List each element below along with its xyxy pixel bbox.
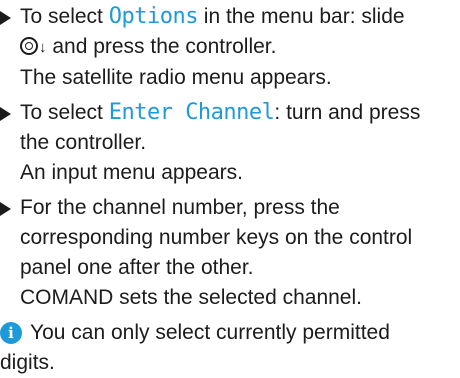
step-marker-icon: [0, 202, 11, 216]
instruction-content: To select Options in the menu bar: slide…: [0, 2, 460, 378]
slide-down-arrow-icon: ↓: [39, 39, 47, 56]
step-line: the controller.: [20, 131, 147, 154]
step-line: To select Options in the menu bar: slide: [20, 2, 460, 32]
step-result: The satellite radio menu appears.: [20, 66, 332, 89]
step-text: and press the controller.: [46, 35, 277, 58]
step-result: COMAND sets the selected channel.: [20, 286, 362, 309]
info-icon: i: [0, 322, 22, 344]
step-line: panel one after the other.: [20, 256, 254, 279]
step-marker-icon: [0, 11, 11, 25]
step-text: : turn and press: [274, 101, 421, 124]
info-note: i You can only select currently permitte…: [0, 318, 460, 378]
step-text: in the menu bar: slide: [197, 5, 405, 28]
info-text: digits.: [0, 351, 55, 374]
step-channel-number: For the channel number, press the corres…: [0, 193, 460, 313]
controller-icon: [20, 37, 38, 55]
menu-item-enter-channel-label: Enter Channel: [108, 100, 275, 125]
step-marker-icon: [0, 107, 11, 121]
step-select-options: To select Options in the menu bar: slide…: [0, 2, 460, 93]
step-enter-channel: To select Enter Channel: turn and press …: [0, 98, 460, 188]
step-line: ↓ and press the controller.: [20, 32, 460, 63]
step-text: To select: [20, 5, 109, 28]
step-text: To select: [20, 101, 109, 124]
step-line: For the channel number, press the: [20, 196, 340, 219]
step-line: corresponding number keys on the control: [20, 226, 413, 249]
menu-item-options-label: Options: [108, 4, 199, 29]
step-result: An input menu appears.: [20, 161, 243, 184]
step-line: To select Enter Channel: turn and press: [20, 98, 460, 128]
info-text: You can only select currently permitted: [30, 321, 390, 344]
